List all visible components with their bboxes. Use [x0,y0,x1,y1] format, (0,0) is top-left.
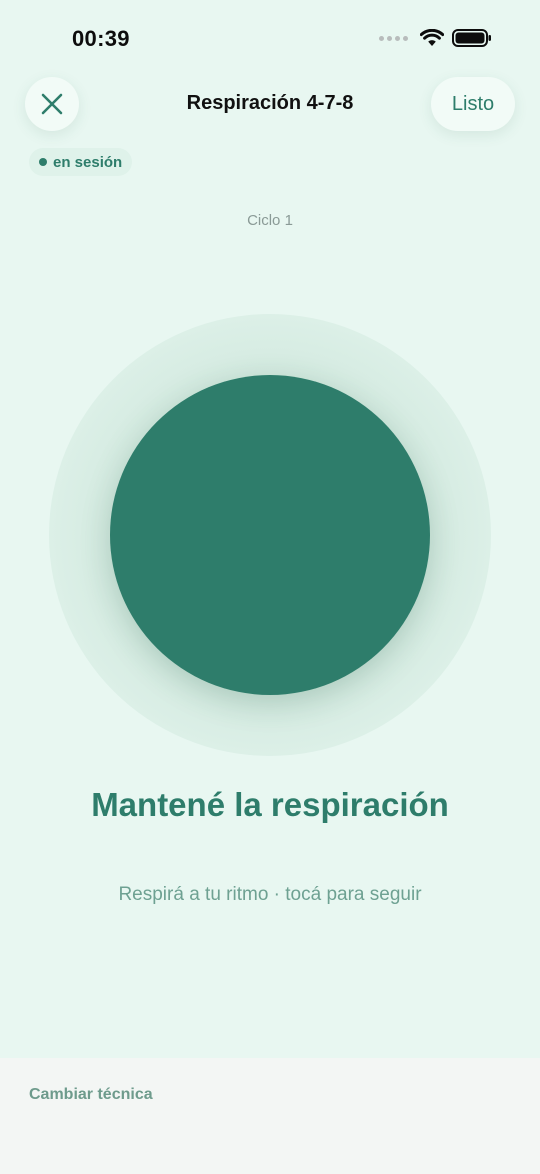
cycle-label: Ciclo 1 [247,212,293,229]
bottom-panel: Cambiar técnica [0,1058,540,1174]
change-technique-button[interactable]: Cambiar técnica [29,1086,153,1104]
breathing-circle[interactable] [110,375,430,695]
phase-hint: Respirá a tu ritmo · tocá para seguir [118,884,422,905]
status-time: 00:39 [72,26,130,51]
phase-title: Mantené la respiración [91,786,449,823]
session-status-label: en sesión [53,153,123,171]
wifi-icon [420,29,444,46]
session-status-badge: en sesión [29,148,133,176]
status-icons [379,28,492,48]
battery-icon [452,29,491,47]
status-bar: 00:39 [0,0,540,78]
signal-dots-icon [379,35,408,41]
done-button[interactable]: Listo [431,77,515,131]
status-dot-icon [39,158,47,166]
